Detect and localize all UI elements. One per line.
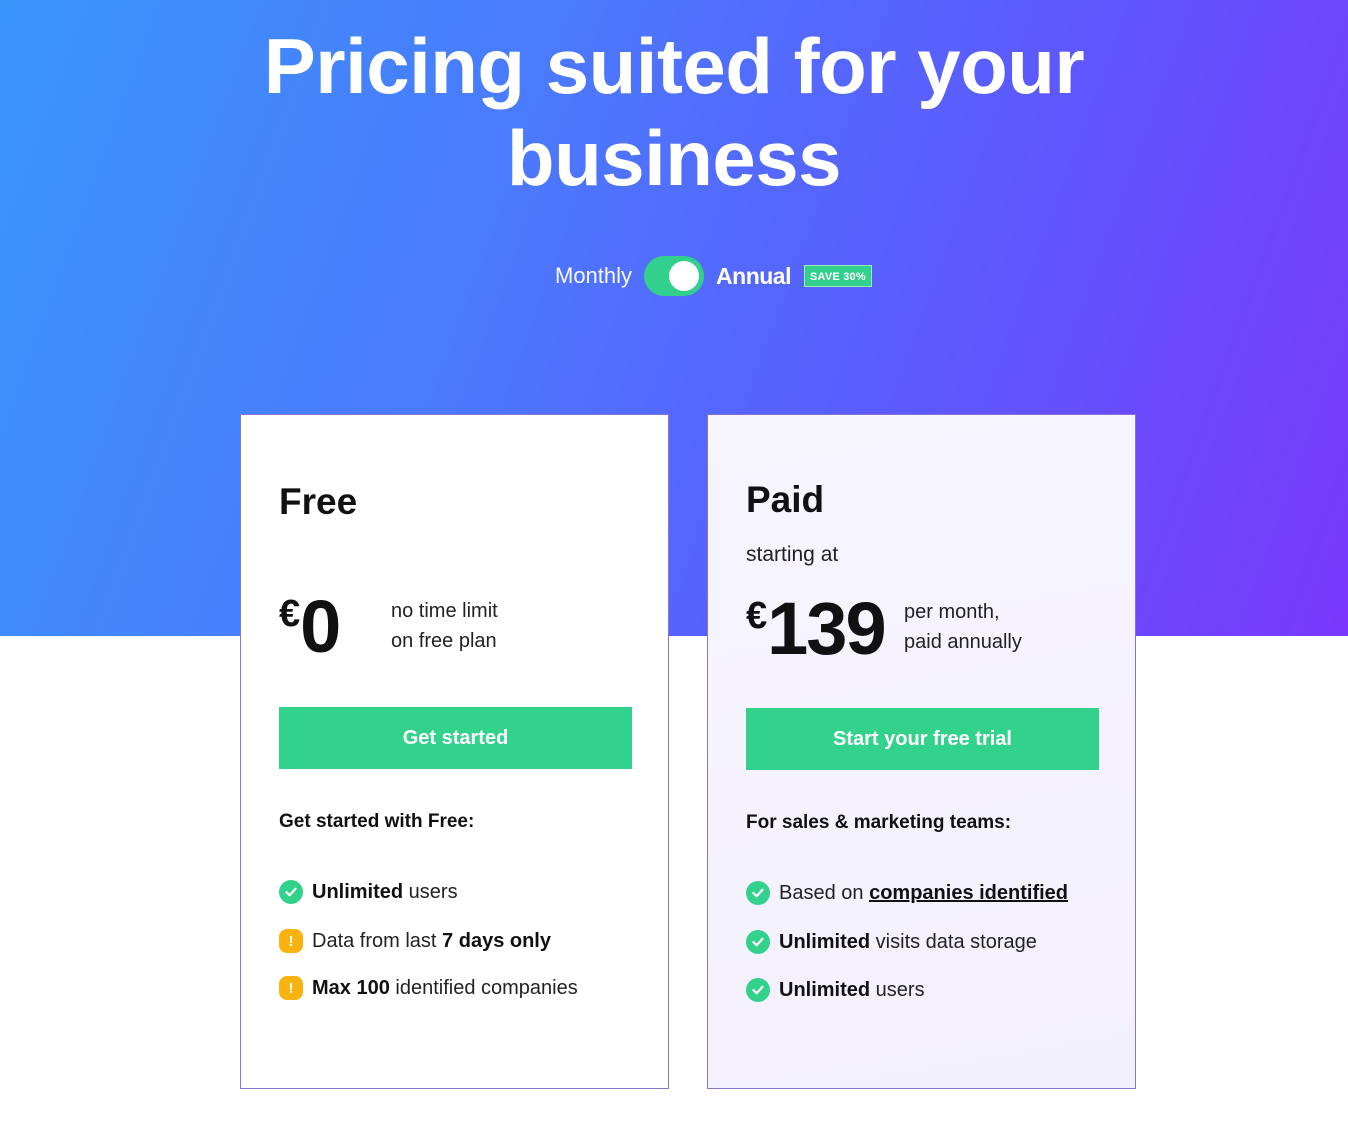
list-item: Unlimited visits data storage [746,930,1068,954]
starting-at-label: starting at [746,543,839,566]
billing-period-toggle-row: Monthly Annual SAVE 30% [555,256,872,296]
page-title-line-2: business [506,114,842,202]
hero-section: Pricing suited for your business Monthly… [0,0,1348,636]
list-item: ! Max 100 identified companies [279,976,578,1000]
pricing-card-free: Free € 0 no time limit on free plan Get … [240,414,669,1089]
currency-symbol: € [279,593,301,635]
feature-text: Data from last [312,929,443,952]
price-paid: € 139 [746,587,887,670]
list-item: Unlimited users [279,880,578,904]
list-item: Unlimited users [746,978,1068,1002]
save-badge: SAVE 30% [804,265,872,287]
price-note-line-2: paid annually [904,631,1022,653]
check-icon [746,930,770,954]
feature-text: users [403,880,458,903]
get-started-button[interactable]: Get started [279,707,632,769]
price-note-line-2: on free plan [391,630,497,652]
features-heading-paid: For sales & marketing teams: [746,812,1012,833]
feature-text: Based on [779,881,870,904]
price-note-free: no time limit on free plan [391,596,498,656]
feature-bold-text: Unlimited [312,880,404,903]
page-title-line-1: Pricing suited for your [263,22,1085,110]
currency-symbol: € [746,595,768,637]
feature-list-free: Unlimited users ! Data from last 7 days … [279,880,578,1000]
feature-bold-text: Unlimited [779,978,871,1001]
page-title: Pricing suited for your business [174,20,1174,204]
list-item: ! Data from last 7 days only [279,929,578,953]
price-note-line-1: no time limit [391,600,498,622]
feature-text: users [870,978,925,1001]
companies-identified-link[interactable]: companies identified [869,882,1068,904]
plan-name-paid: Paid [746,479,825,520]
feature-bold-text: Unlimited [779,930,871,953]
price-amount: 139 [767,587,886,670]
check-icon [279,880,303,904]
feature-bold-text: Max 100 [312,976,390,999]
check-icon [746,881,770,905]
annual-label[interactable]: Annual [716,263,791,290]
feature-list-paid: Based on companies identified Unlimited … [746,881,1068,1002]
features-heading-free: Get started with Free: [279,811,475,832]
price-note-line-1: per month, [904,601,1000,623]
price-amount: 0 [300,585,341,668]
price-free: € 0 [279,585,341,668]
start-free-trial-button[interactable]: Start your free trial [746,708,1099,770]
toggle-knob [669,261,700,291]
billing-toggle-switch[interactable] [644,256,705,296]
warning-icon: ! [279,976,303,1000]
check-icon [746,978,770,1002]
price-note-paid: per month, paid annually [904,597,1022,657]
feature-bold-text: 7 days only [442,929,551,952]
feature-text: visits data storage [870,930,1037,953]
warning-icon: ! [279,929,303,953]
feature-text: identified companies [389,976,578,999]
pricing-card-paid: Paid starting at € 139 per month, paid a… [707,414,1136,1089]
monthly-label[interactable]: Monthly [555,263,632,289]
plan-name-free: Free [279,481,358,522]
list-item: Based on companies identified [746,881,1068,905]
